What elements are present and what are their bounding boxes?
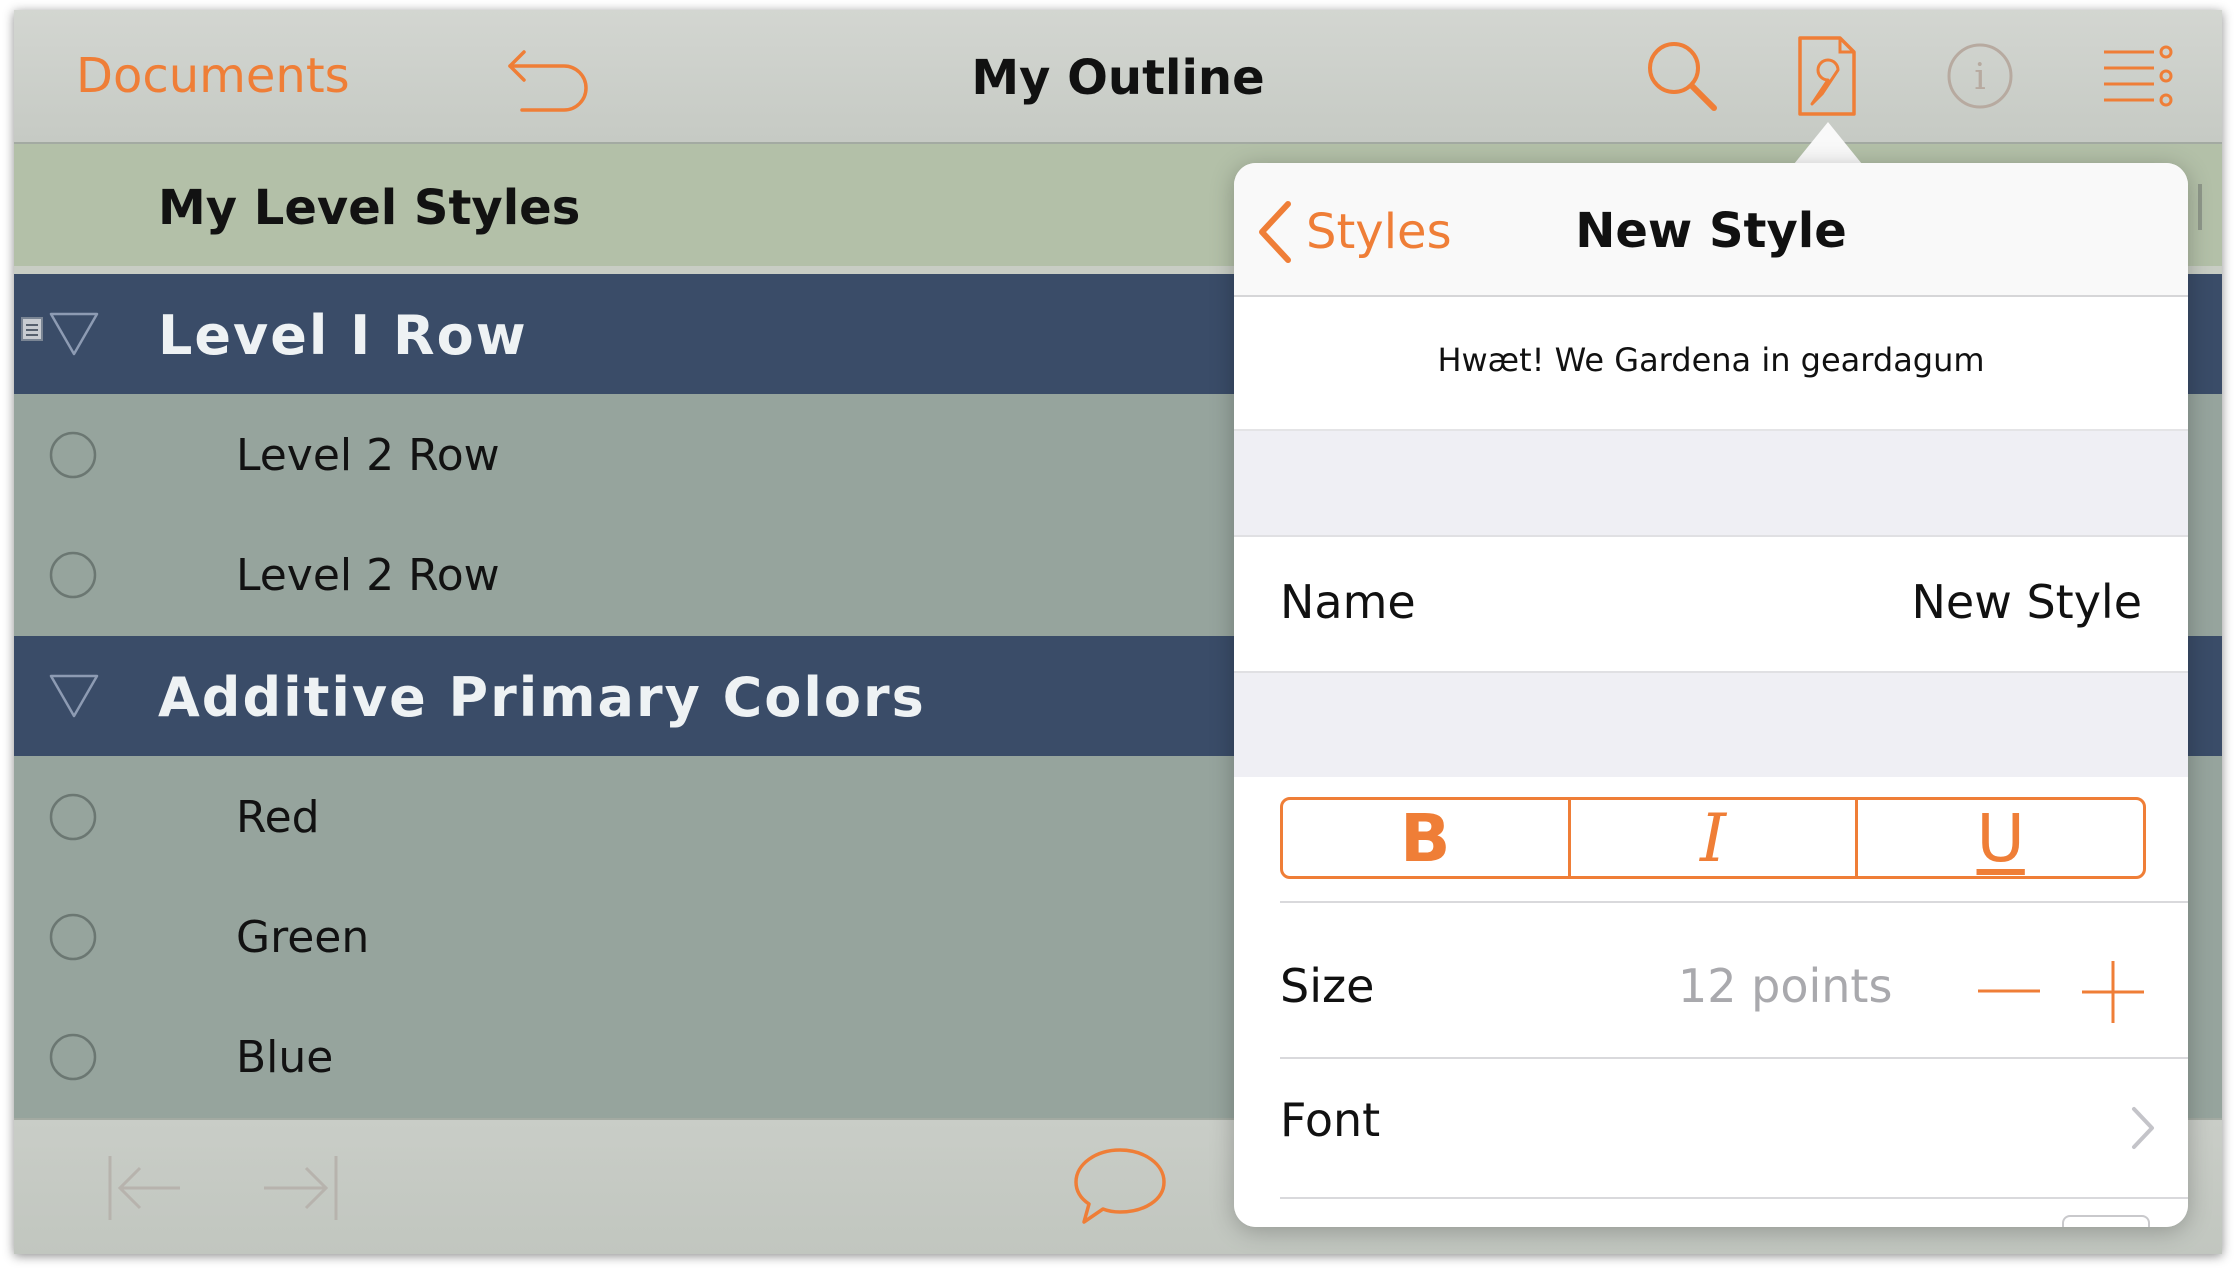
chevron-left-icon [1259,201,1291,263]
disclosure-triangle-icon[interactable] [48,310,100,358]
style-icon[interactable] [1794,34,1860,120]
size-value: 12 points [1678,959,1893,1013]
size-label: Size [1280,959,1375,1013]
app-window: Documents My Outline i My Level Styles L… [14,10,2222,1254]
font-cell[interactable]: Font [1234,1059,2188,1197]
style-preview: Hwæt! We Gardena in geardagum [1234,297,2188,431]
outline-menu-icon[interactable] [2100,44,2174,110]
row-text[interactable]: Level I Row [158,304,528,367]
bold-italic-underline-control[interactable]: B I U [1280,797,2146,879]
note-bubble-icon[interactable] [1070,1144,1170,1230]
name-label: Name [1280,575,1416,629]
documents-button[interactable]: Documents [76,48,350,104]
search-icon[interactable] [1642,36,1722,116]
underline-button[interactable]: U [1855,800,2143,877]
row-handle-icon[interactable] [48,1032,98,1082]
bold-button[interactable]: B [1283,800,1568,877]
name-cell[interactable]: Name New Style [1234,535,2188,673]
column-divider [2198,184,2202,230]
outline-header-title: My Level Styles [158,180,581,236]
section-spacer [1234,431,2188,535]
svg-text:i: i [1974,57,1986,98]
note-icon[interactable] [20,316,44,342]
back-button[interactable]: Styles [1256,197,1452,267]
indent-icon[interactable] [258,1152,342,1224]
row-handle-icon[interactable] [48,550,98,600]
disclosure-triangle-icon[interactable] [48,672,100,720]
row-text[interactable]: Blue [236,1032,333,1083]
info-icon[interactable]: i [1944,40,2016,112]
row-text[interactable]: Level 2 Row [236,430,500,481]
preview-text: Hwæt! We Gardena in geardagum [1437,341,1985,379]
row-text[interactable]: Additive Primary Colors [158,666,926,729]
chevron-right-icon [2132,1107,2154,1149]
back-button-label: Styles [1306,204,1452,260]
row-handle-icon[interactable] [48,792,98,842]
row-text[interactable]: Green [236,912,369,963]
popover-nav-bar: Styles New Style [1234,163,2188,297]
decrease-size-icon[interactable] [1974,981,2044,1001]
row-text[interactable]: Level 2 Row [236,550,500,601]
row-handle-icon[interactable] [48,430,98,480]
section-spacer [1234,673,2188,777]
name-value[interactable]: New Style [1912,575,2143,629]
popover-arrow [1794,122,1862,164]
cell-divider [1280,1197,2188,1199]
font-label: Font [1280,1093,1381,1147]
italic-button[interactable]: I [1567,800,1856,877]
increase-size-icon[interactable] [2078,957,2148,1027]
undo-icon[interactable] [504,38,600,114]
color-swatch[interactable] [2062,1215,2150,1227]
outdent-icon[interactable] [104,1152,188,1224]
row-handle-icon[interactable] [48,912,98,962]
top-toolbar: Documents My Outline i [14,10,2222,144]
style-popover: Styles New Style Hwæt! We Gardena in gea… [1234,163,2188,1227]
cell-divider [1280,901,2188,903]
row-text[interactable]: Red [236,792,320,843]
